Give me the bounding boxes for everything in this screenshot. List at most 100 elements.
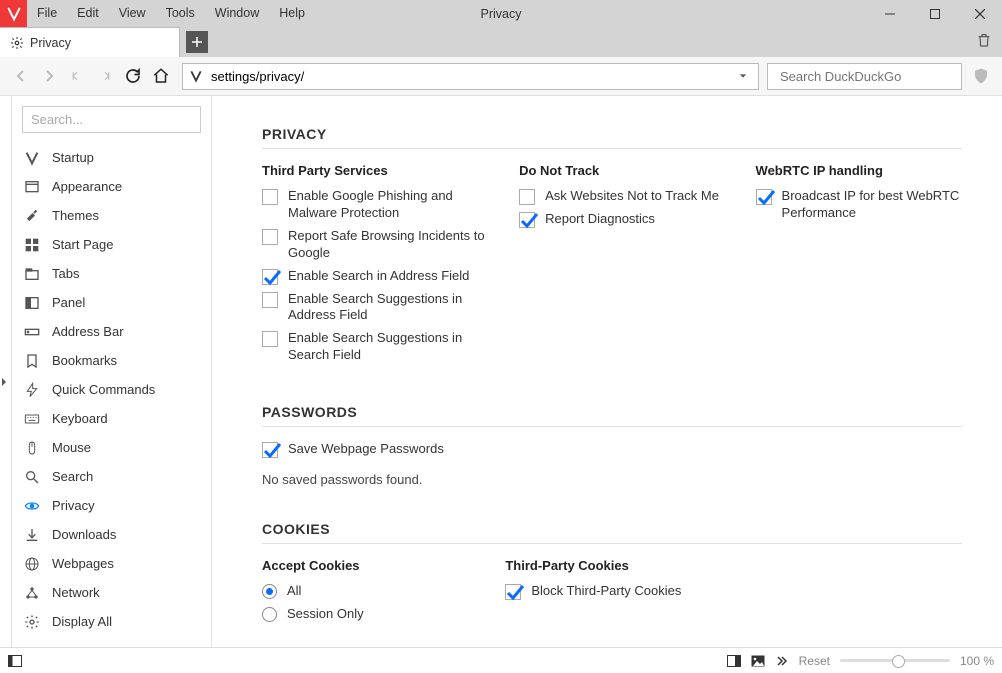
- label-webrtc-0: Broadcast IP for best WebRTC Performance: [782, 188, 962, 222]
- radio-accept-0[interactable]: [262, 584, 277, 599]
- search-input[interactable]: [780, 69, 956, 84]
- sidebar-item-label: Downloads: [52, 527, 116, 542]
- address-bar[interactable]: [182, 63, 759, 90]
- sidebar-item-network[interactable]: Network: [12, 578, 211, 607]
- heading-accept-cookies: Accept Cookies: [262, 558, 475, 573]
- sidebar-item-start-page[interactable]: Start Page: [12, 230, 211, 259]
- label-accept-1: Session Only: [287, 606, 364, 623]
- sidebar-item-downloads[interactable]: Downloads: [12, 520, 211, 549]
- close-button[interactable]: [957, 0, 1002, 27]
- sidebar-item-label: Address Bar: [52, 324, 124, 339]
- menu-view[interactable]: View: [109, 0, 156, 27]
- label-dnt-1: Report Diagnostics: [545, 211, 655, 228]
- fastforward-button[interactable]: [92, 62, 118, 90]
- maximize-button[interactable]: [912, 0, 957, 27]
- grid-icon: [24, 237, 40, 253]
- sidebar-item-label: Start Page: [52, 237, 113, 252]
- sidebar-item-mouse[interactable]: Mouse: [12, 433, 211, 462]
- title-bar: File Edit View Tools Window Help Privacy: [0, 0, 1002, 27]
- address-input[interactable]: [211, 69, 734, 84]
- checkbox-tps-2[interactable]: [262, 269, 278, 285]
- sidebar-item-address-bar[interactable]: Address Bar: [12, 317, 211, 346]
- panel-icon: [24, 295, 40, 311]
- minimize-button[interactable]: [867, 0, 912, 27]
- passwords-note: No saved passwords found.: [262, 472, 962, 487]
- section-title-passwords: PASSWORDS: [262, 404, 962, 427]
- checkbox-dnt-0[interactable]: [519, 189, 535, 205]
- label-block-third-party-cookies: Block Third-Party Cookies: [531, 583, 681, 600]
- content-blocker-icon[interactable]: [968, 63, 994, 89]
- addr-icon: [24, 324, 40, 340]
- quick-icon: [24, 382, 40, 398]
- checkbox-tps-3[interactable]: [262, 292, 278, 308]
- back-button[interactable]: [8, 62, 34, 90]
- sidebar-item-label: Quick Commands: [52, 382, 155, 397]
- panel-toggle-icon[interactable]: [8, 655, 22, 667]
- checkbox-tps-1[interactable]: [262, 229, 278, 245]
- menu-window[interactable]: Window: [205, 0, 269, 27]
- sidebar-item-label: Keyboard: [52, 411, 108, 426]
- window-icon: [24, 179, 40, 195]
- reload-button[interactable]: [120, 62, 146, 90]
- sidebar-item-label: Tabs: [52, 266, 79, 281]
- menu-file[interactable]: File: [27, 0, 67, 27]
- tiling-icon[interactable]: [727, 655, 741, 667]
- label-dnt-0: Ask Websites Not to Track Me: [545, 188, 719, 205]
- sidebar-item-label: Search: [52, 469, 93, 484]
- sidebar-item-quick-commands[interactable]: Quick Commands: [12, 375, 211, 404]
- tab-privacy[interactable]: Privacy: [0, 27, 180, 57]
- sidebar-item-keyboard[interactable]: Keyboard: [12, 404, 211, 433]
- trash-icon[interactable]: [976, 32, 992, 51]
- network-icon: [24, 585, 40, 601]
- sidebar-item-display-all[interactable]: Display All: [12, 607, 211, 636]
- sidebar-item-webpages[interactable]: Webpages: [12, 549, 211, 578]
- eye-icon: [24, 498, 40, 514]
- menu-edit[interactable]: Edit: [67, 0, 109, 27]
- sidebar-item-startup[interactable]: Startup: [12, 143, 211, 172]
- expand-icon[interactable]: [0, 376, 8, 388]
- menu-tools[interactable]: Tools: [156, 0, 205, 27]
- sidebar-item-label: Themes: [52, 208, 99, 223]
- zoom-slider[interactable]: [840, 659, 950, 662]
- rewind-button[interactable]: [64, 62, 90, 90]
- checkbox-dnt-1[interactable]: [519, 212, 535, 228]
- sidebar-item-search[interactable]: Search: [12, 462, 211, 491]
- section-title-privacy: PRIVACY: [262, 126, 962, 149]
- forward-button[interactable]: [36, 62, 62, 90]
- gear-icon: [24, 614, 40, 630]
- home-button[interactable]: [148, 62, 174, 90]
- radio-accept-1[interactable]: [262, 607, 277, 622]
- sidebar-item-label: Appearance: [52, 179, 122, 194]
- sidebar-item-label: Mouse: [52, 440, 91, 455]
- search-box[interactable]: [767, 63, 962, 90]
- image-toggle-icon[interactable]: [751, 655, 765, 667]
- v-icon: [24, 150, 40, 166]
- v-icon: [189, 69, 203, 83]
- sidebar-item-panel[interactable]: Panel: [12, 288, 211, 317]
- zoom-reset-button[interactable]: Reset: [799, 654, 830, 668]
- gear-icon: [10, 36, 24, 50]
- panel-toggle-strip[interactable]: [0, 96, 12, 647]
- sidebar-item-label: Webpages: [52, 556, 114, 571]
- sidebar-item-themes[interactable]: Themes: [12, 201, 211, 230]
- sidebar-item-label: Startup: [52, 150, 94, 165]
- heading-third-party: Third Party Services: [262, 163, 489, 178]
- checkbox-save-passwords[interactable]: [262, 442, 278, 458]
- sidebar-item-tabs[interactable]: Tabs: [12, 259, 211, 288]
- page-actions-icon[interactable]: [775, 655, 789, 667]
- checkbox-webrtc-0[interactable]: [756, 189, 772, 205]
- label-save-passwords: Save Webpage Passwords: [288, 441, 444, 458]
- menu-help[interactable]: Help: [269, 0, 315, 27]
- checkbox-tps-4[interactable]: [262, 331, 278, 347]
- checkbox-block-third-party-cookies[interactable]: [505, 584, 521, 600]
- settings-search-input[interactable]: [22, 106, 201, 133]
- address-dropdown-icon[interactable]: [734, 72, 752, 80]
- vivaldi-logo[interactable]: [0, 0, 27, 27]
- mouse-icon: [24, 440, 40, 456]
- checkbox-tps-0[interactable]: [262, 189, 278, 205]
- sidebar-item-bookmarks[interactable]: Bookmarks: [12, 346, 211, 375]
- new-tab-button[interactable]: [186, 31, 208, 53]
- sidebar-item-privacy[interactable]: Privacy: [12, 491, 211, 520]
- sidebar-item-appearance[interactable]: Appearance: [12, 172, 211, 201]
- label-tps-2: Enable Search in Address Field: [288, 268, 469, 285]
